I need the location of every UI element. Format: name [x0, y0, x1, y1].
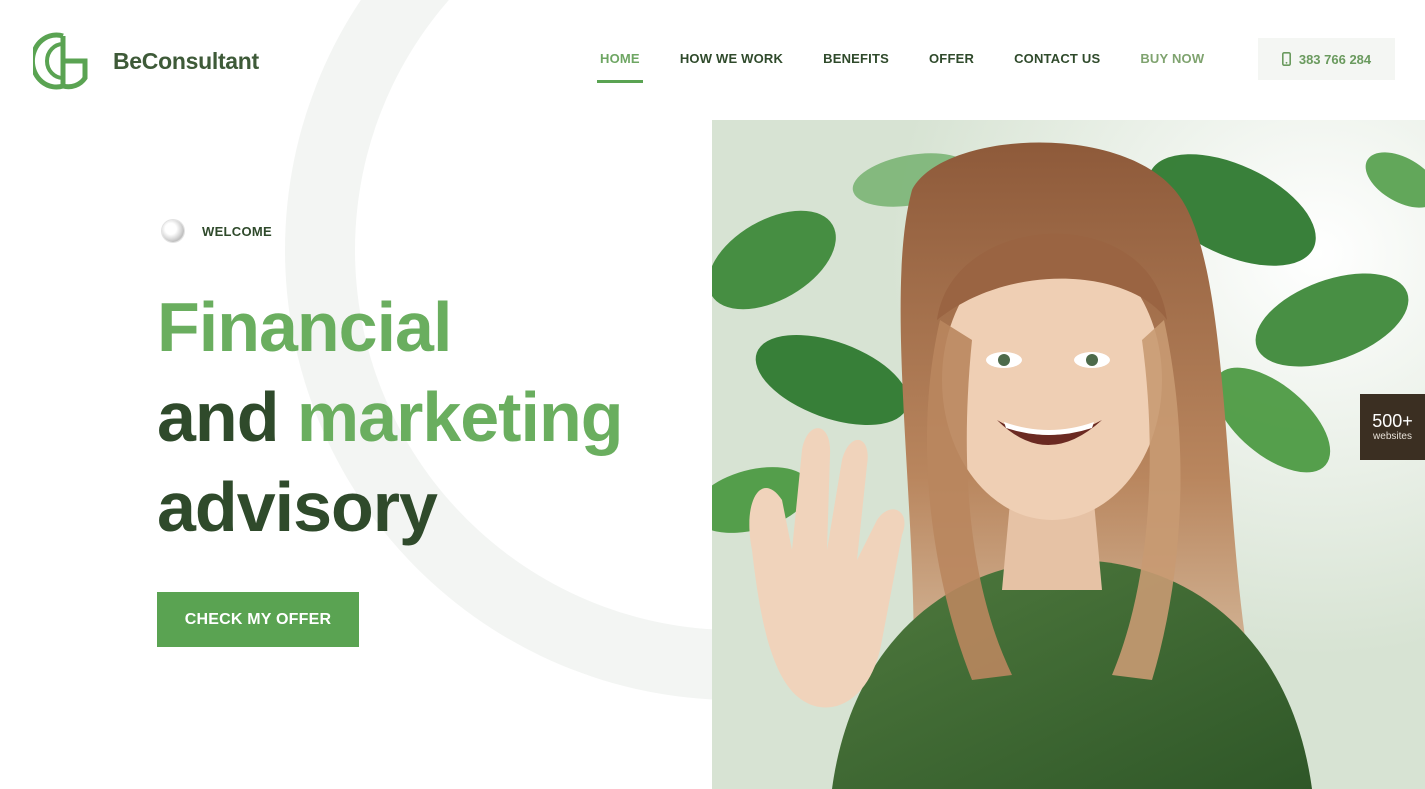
mobile-phone-icon	[1281, 52, 1291, 66]
badge-label: websites	[1373, 431, 1412, 442]
nav-contact-us[interactable]: CONTACT US	[994, 0, 1120, 118]
nav-how-we-work[interactable]: HOW WE WORK	[660, 0, 803, 118]
phone-button[interactable]: 383 766 284	[1258, 38, 1395, 80]
headline-line-3: advisory	[157, 468, 438, 546]
badge-count: 500+	[1372, 411, 1413, 431]
check-offer-button[interactable]: CHECK MY OFFER	[157, 592, 359, 647]
nav-offer[interactable]: OFFER	[909, 0, 994, 118]
nav-benefits[interactable]: BENEFITS	[803, 0, 909, 118]
phone-number: 383 766 284	[1298, 51, 1372, 67]
hero-image	[712, 120, 1425, 789]
websites-badge[interactable]: 500+ websites	[1360, 394, 1425, 460]
brand-name: BeConsultant	[113, 47, 259, 74]
logo-mark-icon	[33, 32, 88, 90]
headline-line-2b: marketing	[296, 378, 624, 456]
welcome-tag: WELCOME	[162, 220, 272, 242]
welcome-label: WELCOME	[202, 223, 272, 239]
nav-home[interactable]: HOME	[580, 0, 660, 118]
welcome-dot-icon	[162, 220, 184, 242]
hero-headline: Financial and marketing advisory	[157, 282, 624, 552]
brand-logo[interactable]: BeConsultant	[33, 30, 259, 92]
main-nav: HOME HOW WE WORK BENEFITS OFFER CONTACT …	[580, 0, 1224, 118]
headline-line-2a: and	[157, 378, 297, 456]
nav-buy-now[interactable]: BUY NOW	[1120, 0, 1224, 118]
headline-line-1: Financial	[157, 288, 452, 366]
